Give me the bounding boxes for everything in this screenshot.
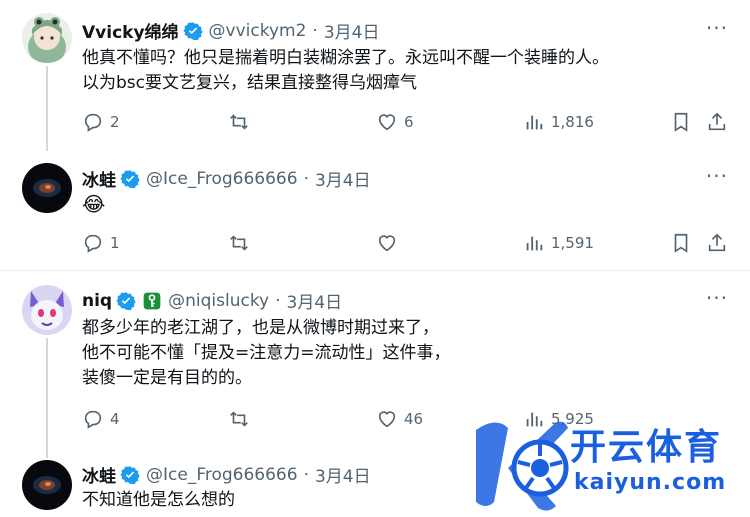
tweet-date[interactable]: 3月4日 — [315, 462, 371, 487]
views-button[interactable]: 1,591 — [523, 232, 594, 254]
tweet-date[interactable]: 3月4日 — [287, 288, 343, 313]
tweet-header: niq @niqislucky · 3月4日 — [82, 288, 343, 314]
user-handle[interactable]: @niqislucky — [168, 291, 269, 311]
tweet-icefrog[interactable]: 冰蛙 @Ice_Frog666666 · 3月4日 ··· 😂 1 1,591 — [0, 150, 750, 268]
reply-button[interactable]: 1 — [82, 232, 120, 254]
more-icon[interactable]: ··· — [706, 286, 728, 310]
tweet-text: 不知道他是怎么想的 — [82, 488, 235, 513]
reply-icon — [84, 410, 102, 429]
bookmark-icon — [674, 233, 688, 253]
reply-icon — [84, 234, 102, 253]
verified-badge-icon — [120, 169, 140, 188]
tweet-date[interactable]: 3月4日 — [324, 18, 380, 43]
tweet-header: 冰蛙 @Ice_Frog666666 · 3月4日 — [82, 462, 371, 488]
reply-count: 1 — [110, 234, 120, 252]
reply-icon — [84, 113, 102, 132]
retweet-icon — [230, 114, 248, 130]
tweet-text: 😂 — [82, 192, 105, 217]
like-icon — [378, 411, 396, 428]
verified-badge-icon — [116, 291, 136, 310]
share-button[interactable] — [706, 111, 734, 133]
key-badge-icon — [143, 292, 161, 309]
avatar[interactable] — [22, 13, 72, 63]
retweet-button[interactable] — [228, 111, 256, 133]
verified-badge-icon — [120, 465, 140, 484]
retweet-icon — [230, 411, 248, 427]
views-icon — [526, 236, 543, 251]
more-icon[interactable]: ··· — [706, 164, 728, 188]
tweet-text-line: 以为bsc要文艺复兴，结果直接整得乌烟瘴气 — [82, 73, 417, 93]
tweet-text-line: 装傻一定是有目的的。 — [82, 368, 252, 388]
views-icon — [526, 115, 543, 130]
tweet-text-line: 都多少年的老江湖了，也是从微博时期过来了， — [82, 318, 439, 338]
bookmark-icon — [674, 112, 688, 132]
bookmark-button[interactable] — [670, 111, 698, 133]
more-icon[interactable]: ··· — [706, 16, 728, 40]
separator-dot: · — [312, 20, 318, 41]
avatar[interactable] — [22, 285, 72, 335]
display-name[interactable]: Vvicky绵绵 — [82, 18, 179, 43]
separator-dot: · — [303, 464, 309, 485]
display-name[interactable]: 冰蛙 — [82, 166, 116, 191]
tweet-text-line: 他不可能不懂「提及=注意力=流动性」这件事， — [82, 343, 451, 363]
avatar[interactable] — [22, 163, 72, 213]
reply-count: 4 — [110, 410, 120, 428]
avatar[interactable] — [22, 460, 72, 510]
tweet-vvicky[interactable]: Vvicky绵绵 @vvickym2 · 3月4日 ··· 他真不懂吗？他只是揣… — [0, 0, 750, 151]
like-icon — [378, 235, 396, 252]
display-name[interactable]: 冰蛙 — [82, 462, 116, 487]
display-name[interactable]: niq — [82, 291, 112, 311]
views-button[interactable]: 1,816 — [523, 111, 594, 133]
divider — [0, 270, 750, 271]
thread-line — [46, 338, 48, 458]
user-handle[interactable]: @Ice_Frog666666 — [146, 465, 298, 485]
like-button[interactable] — [376, 232, 404, 254]
tweet-header: 冰蛙 @Ice_Frog666666 · 3月4日 — [82, 166, 371, 192]
tweet-date[interactable]: 3月4日 — [315, 166, 371, 191]
retweet-icon — [230, 235, 248, 251]
tweet-text: 都多少年的老江湖了，也是从微博时期过来了， 他不可能不懂「提及=注意力=流动性」… — [82, 316, 451, 391]
tweet-actions: 1 1,591 — [82, 232, 730, 256]
tweet-text-line: 他真不懂吗？他只是揣着明白装糊涂罢了。永远叫不醒一个装睡的人。 — [82, 48, 609, 68]
views-count: 1,591 — [551, 234, 594, 252]
thread-line — [46, 66, 48, 151]
retweet-button[interactable] — [228, 232, 256, 254]
like-count: 6 — [404, 113, 414, 131]
separator-dot: · — [275, 290, 281, 311]
share-icon — [708, 233, 726, 252]
like-button[interactable]: 46 — [376, 408, 423, 430]
verified-badge-icon — [182, 21, 203, 40]
reply-button[interactable]: 4 — [82, 408, 120, 430]
bookmark-button[interactable] — [670, 232, 698, 254]
like-count: 46 — [404, 410, 424, 428]
user-handle[interactable]: @vvickym2 — [209, 21, 307, 41]
share-icon — [708, 112, 726, 131]
tweet-actions: 2 6 1,816 — [82, 111, 730, 135]
separator-dot: · — [303, 168, 309, 189]
tweet-text: 他真不懂吗？他只是揣着明白装糊涂罢了。永远叫不醒一个装睡的人。 以为bsc要文艺… — [82, 46, 609, 96]
tweet-text-line: 不知道他是怎么想的 — [82, 490, 235, 510]
views-count: 1,816 — [551, 113, 594, 131]
like-icon — [378, 114, 396, 131]
watermark-brand: 开云体育 — [570, 427, 723, 468]
watermark-url: kaiyun.com — [574, 470, 727, 495]
reply-count: 2 — [110, 113, 120, 131]
user-handle[interactable]: @Ice_Frog666666 — [146, 169, 298, 189]
share-button[interactable] — [706, 232, 734, 254]
tweet-header: Vvicky绵绵 @vvickym2 · 3月4日 — [82, 18, 380, 44]
like-button[interactable]: 6 — [376, 111, 414, 133]
reply-button[interactable]: 2 — [82, 111, 120, 133]
emoji-joy: 😂 — [82, 192, 106, 216]
retweet-button[interactable] — [228, 408, 256, 430]
